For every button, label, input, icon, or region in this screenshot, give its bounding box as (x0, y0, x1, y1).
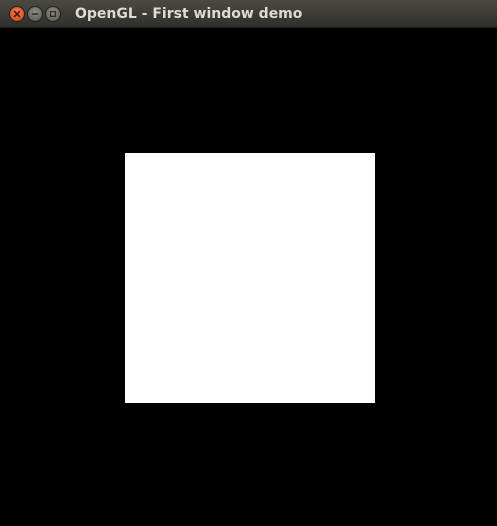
window-title: OpenGL - First window demo (75, 6, 303, 22)
close-icon (13, 10, 21, 17)
maximize-icon (49, 10, 57, 17)
title-bar[interactable]: OpenGL - First window demo (0, 0, 497, 28)
minimize-icon (31, 12, 39, 15)
window-controls (9, 5, 61, 22)
maximize-button[interactable] (45, 5, 61, 22)
white-square (125, 153, 375, 403)
close-button[interactable] (9, 5, 25, 22)
gl-viewport[interactable] (0, 28, 497, 526)
minimize-button[interactable] (27, 5, 43, 22)
opengl-window: OpenGL - First window demo (0, 0, 497, 526)
